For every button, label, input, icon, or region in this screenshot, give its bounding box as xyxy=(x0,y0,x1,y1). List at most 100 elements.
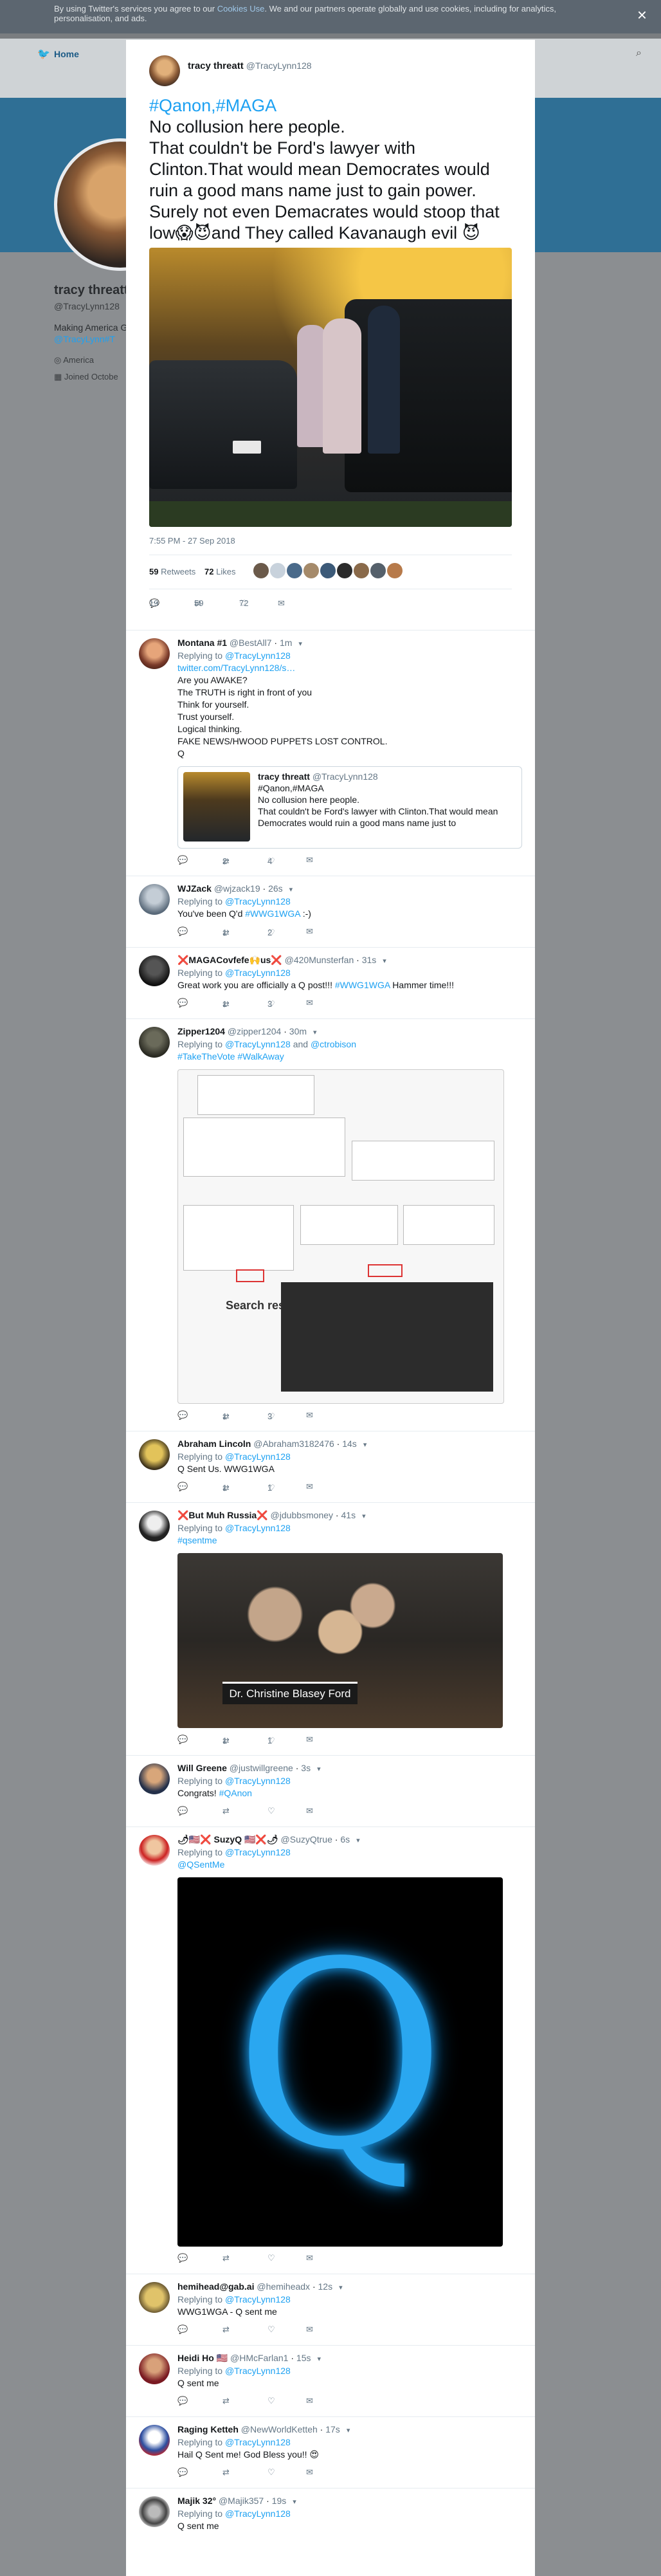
replying-to-link[interactable]: @TracyLynn128 xyxy=(225,1523,291,1533)
reply-time[interactable]: 26s xyxy=(268,883,283,894)
replying-to-link[interactable]: @TracyLynn128 xyxy=(225,2294,291,2305)
replying-to-link[interactable]: @ctrobison xyxy=(311,1039,356,1049)
reply-time[interactable]: 1m xyxy=(280,638,292,648)
reply-author-handle[interactable]: @wjzack19 xyxy=(214,883,260,894)
heart-icon[interactable]: ♡ xyxy=(267,1806,275,1816)
chevron-down-icon[interactable]: ▾ xyxy=(293,2498,296,2506)
reply-author-name[interactable]: Raging Ketteh xyxy=(177,2424,239,2434)
tweet-author-handle[interactable]: @TracyLynn128 xyxy=(246,60,312,71)
avatar[interactable] xyxy=(149,55,180,86)
avatar[interactable] xyxy=(139,955,170,986)
chevron-down-icon[interactable]: ▾ xyxy=(298,640,302,648)
hashtag-link[interactable]: #QAnon xyxy=(219,1788,252,1798)
envelope-icon[interactable]: ✉ xyxy=(306,2253,313,2263)
search-icon[interactable]: ⌕ xyxy=(636,48,642,59)
reply-tweet[interactable]: Abraham Lincoln @Abraham3182476 · 14s ▾ R… xyxy=(126,1431,535,1502)
reply-author-handle[interactable]: @jdubbsmoney xyxy=(271,1510,334,1520)
reply-author-handle[interactable]: @HMcFarlan1 xyxy=(230,2353,288,2363)
chevron-down-icon[interactable]: ▾ xyxy=(289,886,293,894)
reply-time[interactable]: 12s xyxy=(318,2281,333,2292)
chevron-down-icon[interactable]: ▾ xyxy=(313,1029,317,1036)
avatar[interactable] xyxy=(139,1763,170,1794)
reply-author-name[interactable]: hemihead@gab.ai xyxy=(177,2281,254,2292)
tweet-author-name[interactable]: tracy threatt @TracyLynn128 xyxy=(188,60,312,71)
reply-author-name[interactable]: Montana #1 xyxy=(177,638,227,648)
heart-icon[interactable]: ♡ xyxy=(267,2253,275,2263)
replying-to-link[interactable]: @TracyLynn128 xyxy=(225,1847,291,1857)
reply-author-handle[interactable]: @Majik357 xyxy=(219,2496,264,2506)
heart-icon[interactable]: ♡ xyxy=(267,2467,275,2478)
reply-time[interactable]: 3s xyxy=(301,1763,311,1773)
reply-author-name[interactable]: ❌MAGACovfefe🙌us❌ xyxy=(177,955,282,965)
avatar[interactable] xyxy=(139,1027,170,1058)
retweet-icon[interactable]: ⇄ xyxy=(222,2396,230,2406)
reply-icon[interactable]: 💬 xyxy=(177,1482,188,1492)
reply-author-name[interactable]: Majik 32° xyxy=(177,2496,216,2506)
reply-author-name[interactable]: Heidi Ho 🇺🇸 xyxy=(177,2353,228,2363)
reply-hashtags[interactable]: #TakeTheVote #WalkAway xyxy=(177,1051,522,1063)
envelope-icon[interactable]: ✉ xyxy=(306,1734,313,1745)
reply-time[interactable]: 41s xyxy=(341,1510,356,1520)
reply-tweet[interactable]: Raging Ketteh @NewWorldKetteh · 17s ▾ Rep… xyxy=(126,2416,535,2488)
avatar[interactable] xyxy=(139,2353,170,2384)
avatar[interactable] xyxy=(139,1835,170,1866)
envelope-icon[interactable]: ✉ xyxy=(306,2396,313,2406)
reply-author-handle[interactable]: @Abraham3182476 xyxy=(253,1439,334,1449)
reply-time[interactable]: 31s xyxy=(362,955,377,965)
author-name[interactable]: tracy threatt xyxy=(188,60,244,71)
reply-tweet[interactable]: Zipper1204 @zipper1204 · 30m ▾ Replying t… xyxy=(126,1018,535,1431)
retweet-icon[interactable]: ⇄ xyxy=(222,1806,230,1816)
heart-icon[interactable]: ♡ xyxy=(267,2396,275,2406)
bird-icon[interactable]: 🐦 xyxy=(37,48,50,60)
reply-author-name[interactable]: WJZack xyxy=(177,883,212,894)
replying-to-link[interactable]: @TracyLynn128 xyxy=(225,1776,291,1786)
reply-tweet[interactable]: hemihead@gab.ai @hemiheadx · 12s ▾ Replyi… xyxy=(126,2274,535,2345)
tweet-hashtags[interactable]: #Qanon,#MAGA xyxy=(149,95,512,116)
envelope-icon[interactable]: ✉ xyxy=(278,598,285,609)
avatar[interactable] xyxy=(139,1439,170,1470)
reply-icon[interactable]: 💬 xyxy=(177,998,188,1008)
reply-icon[interactable]: 💬 xyxy=(177,2253,188,2263)
avatar[interactable] xyxy=(139,2496,170,2527)
chevron-down-icon[interactable]: ▾ xyxy=(347,2427,350,2434)
reply-icon[interactable]: 💬 xyxy=(177,1734,188,1745)
reply-q-image[interactable]: Q xyxy=(177,1877,503,2247)
hashtag-link[interactable]: #qsentme xyxy=(177,1534,522,1547)
reply-author-name[interactable]: Zipper1204 xyxy=(177,1026,225,1036)
reply-tweet[interactable]: Montana #1 @BestAll7 · 1m ▾ Replying to @… xyxy=(126,630,535,876)
reply-icon[interactable]: 💬 xyxy=(177,926,188,937)
reply-icon[interactable]: 💬 xyxy=(177,2467,188,2478)
reply-screenshot-image[interactable]: Search results for xyxy=(177,1069,504,1404)
envelope-icon[interactable]: ✉ xyxy=(306,1806,313,1816)
envelope-icon[interactable]: ✉ xyxy=(306,2467,313,2478)
avatar[interactable] xyxy=(354,563,369,578)
reply-author-name[interactable]: ❌But Muh Russia❌ xyxy=(177,1510,268,1520)
chevron-down-icon[interactable]: ▾ xyxy=(317,1765,321,1773)
reply-author-name[interactable]: 🌶🇺🇸❌ SuzyQ 🇺🇸❌🌶 xyxy=(177,1834,278,1845)
avatar[interactable] xyxy=(320,563,336,578)
reply-tweet[interactable]: WJZack @wjzack19 · 26s ▾ Replying to @Tra… xyxy=(126,876,535,947)
avatar[interactable] xyxy=(287,563,302,578)
replying-to-link[interactable]: @TracyLynn128 xyxy=(225,2437,291,2447)
avatar[interactable] xyxy=(337,563,352,578)
heart-icon[interactable]: ♡ xyxy=(267,2324,275,2335)
reply-time[interactable]: 6s xyxy=(340,1834,350,1845)
reply-time[interactable]: 14s xyxy=(342,1439,357,1449)
like-count[interactable]: 72 Likes xyxy=(204,567,235,576)
reply-author-name[interactable]: Abraham Lincoln xyxy=(177,1439,251,1449)
envelope-icon[interactable]: ✉ xyxy=(306,998,313,1008)
retweet-icon[interactable]: ⇄ xyxy=(222,2253,230,2263)
retweet-icon[interactable]: ⇄ xyxy=(222,2467,230,2478)
envelope-icon[interactable]: ✉ xyxy=(306,926,313,937)
avatar[interactable] xyxy=(139,1511,170,1541)
reply-photo[interactable]: Dr. Christine Blasey Ford xyxy=(177,1553,503,1728)
reply-time[interactable]: 30m xyxy=(289,1026,307,1036)
reply-author-handle[interactable]: @hemiheadx xyxy=(257,2281,310,2292)
mention-link[interactable]: @QSentMe xyxy=(177,1859,522,1871)
quoted-tweet[interactable]: tracy threatt @TracyLynn128 #Qanon,#MAGA… xyxy=(177,766,522,849)
avatar[interactable] xyxy=(139,2425,170,2456)
chevron-down-icon[interactable]: ▾ xyxy=(317,2355,321,2363)
chevron-down-icon[interactable]: ▾ xyxy=(383,957,386,965)
reply-author-handle[interactable]: @420Munsterfan xyxy=(285,955,354,965)
reply-tweet[interactable]: Will Greene @justwillgreene · 3s ▾ Replyi… xyxy=(126,1755,535,1826)
